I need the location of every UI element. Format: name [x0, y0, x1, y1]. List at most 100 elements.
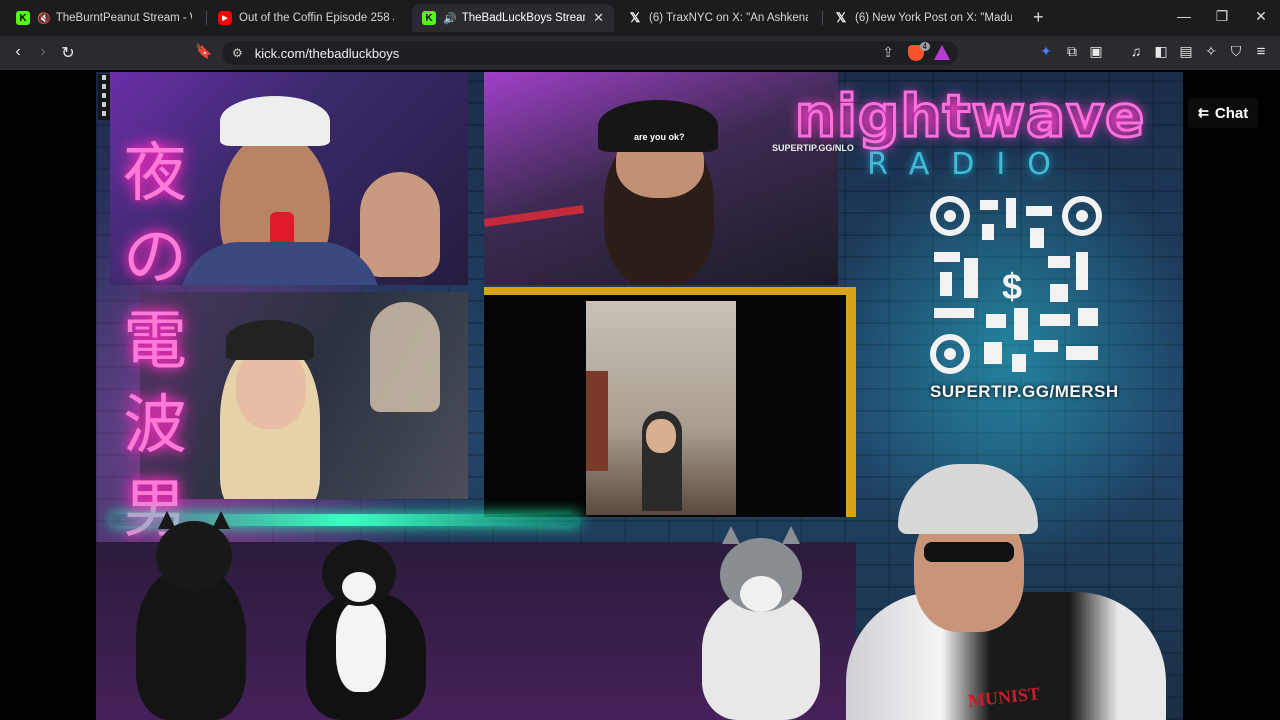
- media-icon[interactable]: ♫: [1126, 43, 1146, 59]
- qr-module: [1012, 354, 1026, 372]
- qr-module: [1030, 228, 1044, 248]
- neon-kanji-sign: 夜の電波男: [123, 137, 187, 547]
- tab-new-york-post[interactable]: 𝕏 (6) New York Post on X: "Maduro Ope: [824, 4, 1022, 32]
- tab-title: TheBadLuckBoys Stream - Wa: [461, 12, 585, 24]
- url-text[interactable]: kick.com/thebadluckboys: [255, 46, 400, 61]
- tab-traxnyc[interactable]: 𝕏 (6) TraxNYC on X: "An Ashkenazi less: [618, 4, 818, 32]
- tab-thebadluckboys[interactable]: K 🔊 TheBadLuckBoys Stream - Wa ✕: [412, 4, 614, 32]
- extensions-icon[interactable]: ⧉: [1062, 43, 1082, 60]
- screenshot-icon[interactable]: ▣: [1086, 43, 1106, 60]
- qr-module: [1076, 252, 1088, 290]
- dollar-sign: $: [1002, 266, 1023, 307]
- white-cap: [898, 464, 1038, 534]
- room-background: [586, 301, 736, 515]
- vpn-shield-icon[interactable]: ⛉: [1226, 43, 1246, 60]
- wallet-icon[interactable]: ▤: [1176, 43, 1196, 60]
- black-cat: [136, 511, 246, 720]
- kick-icon: K: [16, 11, 30, 25]
- supertip-url-label: SUPERTIP.GG/MERSH: [930, 382, 1119, 401]
- qr-module: [984, 342, 1002, 364]
- expand-chat-icon: ⇇: [1198, 105, 1209, 120]
- brave-rewards-icon[interactable]: [934, 45, 950, 60]
- tab-separator: [206, 11, 207, 25]
- tab-title: (6) New York Post on X: "Maduro Ope: [855, 12, 1012, 24]
- chat-toggle-button[interactable]: ⇇ Chat: [1188, 98, 1259, 128]
- site-settings-icon[interactable]: ⚙: [232, 46, 243, 60]
- cat-muzzle: [342, 572, 376, 602]
- cat-ear: [212, 511, 230, 529]
- tab-title: Out of the Coffin Episode 258 Jan 2nd: [239, 12, 394, 24]
- white-cap: [220, 96, 330, 146]
- mic-arm: [484, 205, 585, 227]
- nightwave-radio-logo: nightwave RADIO: [770, 82, 1170, 182]
- logo-subtitle: RADIO: [867, 147, 1073, 182]
- cat-chest: [336, 602, 386, 692]
- brick-fireplace: [586, 371, 608, 471]
- shirt: [180, 242, 380, 285]
- qr-module: [982, 224, 994, 240]
- muted-speaker-icon[interactable]: 🔇: [37, 12, 51, 25]
- reload-icon[interactable]: ↻: [58, 43, 78, 63]
- qr-module: [980, 200, 998, 210]
- x-logo-icon: 𝕏: [835, 10, 847, 25]
- beanie-text: are you ok?: [634, 132, 685, 142]
- tab-bar: K 🔇 TheBurntPeanut Stream - Watch I ▶ Ou…: [0, 0, 1280, 36]
- tab-title: (6) TraxNYC on X: "An Ashkenazi less: [649, 12, 808, 24]
- person-face: [646, 419, 676, 453]
- speaker-icon[interactable]: 🔊: [443, 12, 457, 25]
- tab-separator: [822, 11, 823, 25]
- kick-icon: K: [422, 11, 436, 25]
- tab-burntpeanut[interactable]: K 🔇 TheBurntPeanut Stream - Watch I: [6, 4, 202, 32]
- webcam-remote-guest: [484, 287, 856, 517]
- qr-module: [1040, 314, 1070, 326]
- qr-finder: [1062, 196, 1102, 236]
- qr-module: [1034, 340, 1058, 352]
- supertip-qr-code: $: [930, 196, 1102, 376]
- shields-count-badge: 4: [919, 42, 930, 51]
- bookmark-icon[interactable]: 🔖: [194, 43, 214, 60]
- back-icon[interactable]: ‹: [8, 43, 28, 61]
- qr-module: [934, 252, 960, 262]
- forward-icon[interactable]: ›: [33, 43, 53, 61]
- close-tab-icon[interactable]: ✕: [593, 10, 604, 26]
- stream-video[interactable]: are you ok? 夜の電波男 nightwave RADIO SUPERT…: [96, 72, 1183, 720]
- x-logo-icon: 𝕏: [629, 10, 641, 25]
- cat-head: [156, 521, 232, 591]
- qr-module: [1050, 284, 1068, 302]
- restore-icon[interactable]: ❐: [1212, 8, 1232, 25]
- poster: [370, 302, 440, 412]
- leo-ai-icon[interactable]: ✧: [1201, 43, 1221, 60]
- logo-name: nightwave: [793, 82, 1146, 150]
- qr-finder: [930, 196, 970, 236]
- sidebar-icon[interactable]: ◧: [1151, 43, 1171, 60]
- cat-ear: [722, 526, 740, 544]
- black-beanie: [226, 320, 314, 360]
- vpn-icon[interactable]: ✦: [1036, 43, 1056, 60]
- share-icon[interactable]: ⇪: [882, 44, 894, 61]
- new-tab-icon[interactable]: +: [1033, 7, 1044, 28]
- raised-hand: [360, 172, 440, 277]
- youtube-icon: ▶: [218, 11, 232, 25]
- sunglasses: [924, 542, 1014, 562]
- qr-module: [940, 272, 952, 296]
- qr-module: [1006, 198, 1016, 228]
- qr-module: [1026, 206, 1052, 216]
- cat-muzzle: [740, 576, 782, 612]
- tuxedo-cat: [306, 532, 426, 720]
- cat-ear: [782, 526, 800, 544]
- chat-button-label: Chat: [1214, 104, 1249, 122]
- menu-icon[interactable]: ≡: [1251, 43, 1271, 60]
- minimize-icon[interactable]: —: [1174, 8, 1194, 24]
- close-window-icon[interactable]: ✕: [1251, 8, 1271, 25]
- qr-module: [934, 308, 974, 318]
- tab-out-of-the-coffin[interactable]: ▶ Out of the Coffin Episode 258 Jan 2nd: [208, 4, 404, 32]
- qr-module: [1066, 346, 1098, 360]
- navigation-toolbar: ‹ › ↻ 🔖 ⚙ kick.com/thebadluckboys ⇪ 4 ✦ …: [0, 36, 1280, 70]
- black-beanie: [598, 100, 718, 152]
- address-bar[interactable]: ⚙ kick.com/thebadluckboys ⇪ 4: [222, 41, 958, 65]
- webcam-main-host: MUNIST: [816, 442, 1176, 720]
- qr-module: [1078, 308, 1098, 326]
- gray-white-cat: [696, 526, 826, 720]
- qr-module: [964, 258, 978, 298]
- tab-title: TheBurntPeanut Stream - Watch I: [55, 12, 192, 24]
